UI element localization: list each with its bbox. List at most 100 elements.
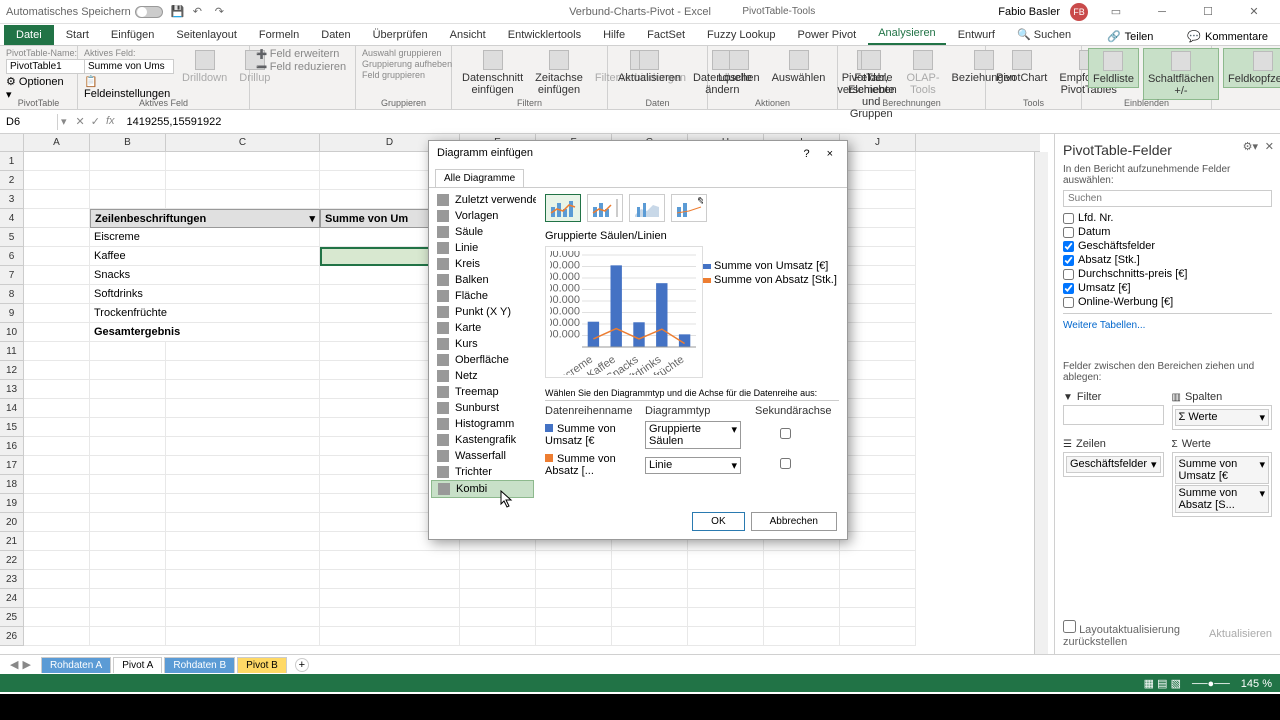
olap-button[interactable]: OLAP-Tools xyxy=(902,48,943,98)
cell[interactable] xyxy=(90,399,166,418)
ribbon-options-icon[interactable]: ▭ xyxy=(1098,2,1134,22)
sheet-tab[interactable]: Rohdaten A xyxy=(41,657,111,673)
cell[interactable] xyxy=(90,437,166,456)
row-header[interactable]: 6 xyxy=(0,247,24,266)
cell[interactable] xyxy=(24,475,90,494)
field-checkbox[interactable] xyxy=(1063,255,1074,266)
row-header[interactable]: 17 xyxy=(0,456,24,475)
cell[interactable] xyxy=(24,570,90,589)
cell[interactable]: Softdrinks xyxy=(90,285,320,304)
view-page-icon[interactable]: ▤ xyxy=(1157,678,1167,690)
row-header[interactable]: 14 xyxy=(0,399,24,418)
cell[interactable] xyxy=(24,285,90,304)
collapse-field[interactable]: ➖ Feld reduzieren xyxy=(256,61,349,73)
dialog-help-icon[interactable]: ? xyxy=(803,148,809,160)
cell[interactable] xyxy=(612,608,688,627)
area-chip[interactable]: Geschäftsfelder▾ xyxy=(1066,456,1161,473)
cell[interactable] xyxy=(166,570,320,589)
enter-icon[interactable]: ✓ xyxy=(91,115,100,128)
row-header[interactable]: 5 xyxy=(0,228,24,247)
col-header[interactable]: C xyxy=(166,134,320,151)
next-sheet-icon[interactable]: ▶ xyxy=(22,658,30,671)
cell[interactable] xyxy=(840,570,916,589)
close-icon[interactable]: ✕ xyxy=(1236,2,1272,22)
cell[interactable] xyxy=(688,608,764,627)
cell[interactable] xyxy=(24,532,90,551)
close-pane-icon[interactable]: ✕ xyxy=(1265,140,1274,153)
cell[interactable] xyxy=(320,589,460,608)
chart-category[interactable]: Sunburst xyxy=(431,400,534,416)
slicer-button[interactable]: Datenschnitt einfügen xyxy=(458,48,527,98)
secondary-axis-checkbox[interactable] xyxy=(780,428,791,439)
cell[interactable] xyxy=(320,627,460,646)
cell[interactable] xyxy=(24,589,90,608)
cell[interactable] xyxy=(840,532,916,551)
row-header[interactable]: 1 xyxy=(0,152,24,171)
field-item[interactable]: Absatz [Stk.] xyxy=(1063,253,1272,267)
row-header[interactable]: 18 xyxy=(0,475,24,494)
row-header[interactable]: 16 xyxy=(0,437,24,456)
maximize-icon[interactable]: ☐ xyxy=(1190,2,1226,22)
active-field[interactable]: Summe von Ums xyxy=(84,59,174,74)
row-header[interactable]: 25 xyxy=(0,608,24,627)
defer-checkbox[interactable]: Layoutaktualisierung zurückstellen xyxy=(1063,620,1209,648)
cell[interactable] xyxy=(166,456,320,475)
cell[interactable] xyxy=(840,266,916,285)
refresh-button[interactable]: Aktualisieren xyxy=(614,48,685,86)
cell[interactable] xyxy=(460,570,536,589)
cell[interactable] xyxy=(166,608,320,627)
cell[interactable] xyxy=(24,437,90,456)
row-header[interactable]: 11 xyxy=(0,342,24,361)
combo-thumb-4[interactable]: ✎ xyxy=(671,194,707,222)
chart-category[interactable]: Säule xyxy=(431,224,534,240)
fieldlist-button[interactable]: Feldliste xyxy=(1088,48,1139,88)
cell[interactable] xyxy=(536,570,612,589)
cell[interactable] xyxy=(90,342,166,361)
combo-thumb-1[interactable] xyxy=(545,194,581,222)
field-checkbox[interactable] xyxy=(1063,269,1074,280)
cell[interactable] xyxy=(90,551,166,570)
zoom-level[interactable]: 145 % xyxy=(1241,678,1272,690)
cell[interactable] xyxy=(166,589,320,608)
row-header[interactable]: 10 xyxy=(0,323,24,342)
cell[interactable] xyxy=(612,551,688,570)
values-area[interactable]: Summe von Umsatz [€▾ Summe von Absatz [S… xyxy=(1172,452,1273,517)
cell[interactable] xyxy=(90,456,166,475)
cell[interactable] xyxy=(24,247,90,266)
tab-analyze[interactable]: Analysieren xyxy=(868,23,945,45)
tab-file[interactable]: Datei xyxy=(4,25,54,45)
row-header[interactable]: 4 xyxy=(0,209,24,228)
cell[interactable] xyxy=(840,304,916,323)
cell[interactable] xyxy=(166,437,320,456)
comments-button[interactable]: 💬 Kommentare xyxy=(1179,28,1276,45)
cell[interactable] xyxy=(24,342,90,361)
cell[interactable] xyxy=(840,171,916,190)
cell[interactable] xyxy=(840,228,916,247)
tab-developer[interactable]: Entwicklertools xyxy=(498,25,591,45)
row-header[interactable]: 24 xyxy=(0,589,24,608)
tab-fuzzy[interactable]: Fuzzy Lookup xyxy=(697,25,785,45)
cell[interactable] xyxy=(90,361,166,380)
cell[interactable] xyxy=(166,361,320,380)
chart-category[interactable]: Vorlagen xyxy=(431,208,534,224)
chart-category[interactable]: Kurs xyxy=(431,336,534,352)
cell[interactable] xyxy=(24,171,90,190)
tab-powerpivot[interactable]: Power Pivot xyxy=(788,25,867,45)
cell[interactable]: Eiscreme xyxy=(90,228,320,247)
select-all-corner[interactable] xyxy=(0,134,24,151)
field-checkbox[interactable] xyxy=(1063,297,1074,308)
cell[interactable] xyxy=(90,570,166,589)
settings-icon[interactable]: ⚙▾ xyxy=(1243,140,1258,153)
cell[interactable] xyxy=(166,551,320,570)
row-header[interactable]: 7 xyxy=(0,266,24,285)
filter-area[interactable] xyxy=(1063,405,1164,425)
row-header[interactable]: 26 xyxy=(0,627,24,646)
chart-category[interactable]: Kreis xyxy=(431,256,534,272)
chart-category[interactable]: Kombi xyxy=(431,480,534,498)
cell[interactable] xyxy=(840,589,916,608)
cell[interactable] xyxy=(320,608,460,627)
tab-design[interactable]: Entwurf xyxy=(948,25,1005,45)
tab-data[interactable]: Daten xyxy=(311,25,360,45)
field-item[interactable]: Durchschnitts-preis [€] xyxy=(1063,267,1272,281)
row-header[interactable]: 13 xyxy=(0,380,24,399)
